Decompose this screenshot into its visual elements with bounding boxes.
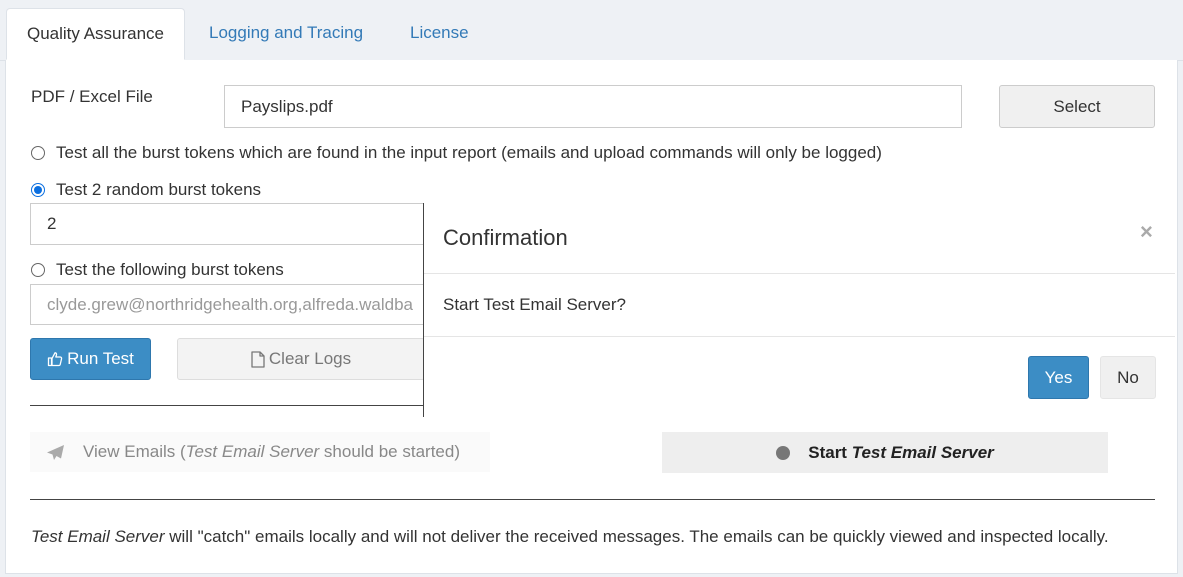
view-emails-suffix: should be started) — [319, 442, 460, 461]
select-button[interactable]: Select — [999, 85, 1155, 128]
random-count-input[interactable]: 2 — [30, 203, 425, 245]
modal-footer-divider — [424, 336, 1175, 337]
status-dot-icon — [776, 445, 791, 460]
confirmation-modal: Confirmation × Start Test Email Server? … — [423, 203, 1175, 417]
modal-title: Confirmation — [443, 225, 568, 250]
no-button[interactable]: No — [1100, 356, 1156, 399]
yes-button[interactable]: Yes — [1028, 356, 1089, 399]
view-emails-button[interactable]: View Emails (Test Email Server should be… — [30, 432, 490, 472]
run-test-button[interactable]: Run Test — [30, 338, 151, 380]
tab-license[interactable]: License — [390, 8, 489, 60]
view-emails-prefix: View Emails ( — [83, 442, 186, 461]
close-icon[interactable]: × — [1140, 219, 1153, 245]
tab-logging-and-tracing[interactable]: Logging and Tracing — [189, 8, 383, 60]
footer-note: Test Email Server will "catch" emails lo… — [31, 527, 1109, 547]
radio-test-random-label: Test 2 random burst tokens — [56, 180, 262, 199]
start-test-email-server-button[interactable]: Start Test Email Server — [662, 432, 1108, 473]
file-icon — [251, 350, 265, 368]
radio-test-all-label: Test all the burst tokens which are foun… — [56, 143, 882, 162]
radio-test-following[interactable] — [31, 263, 45, 277]
run-test-label: Run Test — [67, 349, 134, 368]
radio-test-all[interactable] — [31, 146, 45, 160]
modal-header-divider — [424, 273, 1175, 274]
footer-divider — [30, 499, 1155, 500]
view-emails-em: Test Email Server — [185, 442, 320, 461]
footer-text: will "catch" emails locally and will not… — [164, 527, 1109, 546]
divider — [30, 405, 425, 406]
clear-logs-button[interactable]: Clear Logs — [177, 338, 425, 380]
tab-quality-assurance[interactable]: Quality Assurance — [6, 8, 186, 60]
thumbs-up-icon — [47, 351, 63, 367]
paper-plane-icon — [46, 444, 65, 461]
file-path-input[interactable]: Payslips.pdf — [224, 85, 962, 128]
start-em: Test Email Server — [851, 442, 994, 462]
footer-em: Test Email Server — [31, 527, 165, 546]
modal-message: Start Test Email Server? — [443, 295, 626, 314]
file-label: PDF / Excel File — [31, 87, 153, 106]
clear-logs-label: Clear Logs — [268, 349, 352, 368]
tab-bar: Quality Assurance Logging and Tracing Li… — [0, 0, 1183, 61]
start-prefix: Start — [808, 442, 852, 462]
tokens-input[interactable]: clyde.grew@northridgehealth.org,alfreda.… — [30, 284, 425, 325]
radio-test-following-label: Test the following burst tokens — [56, 260, 284, 279]
radio-test-random[interactable] — [31, 183, 45, 197]
